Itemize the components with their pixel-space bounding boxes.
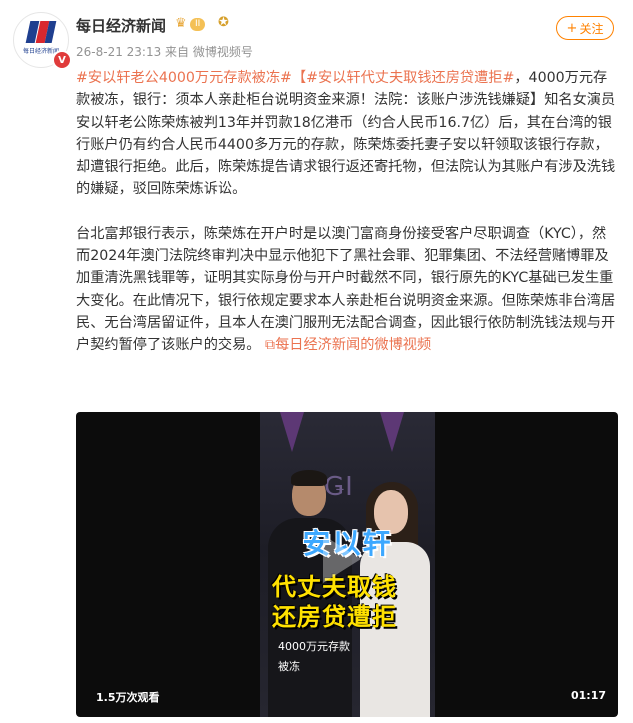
- crown-icon: ♛: [175, 16, 187, 31]
- verified-icon: V: [52, 50, 72, 70]
- post-text-1: ，4000万元存款被冻，银行：须本人亲赴柜台说明资金来源！法院：该账户涉洗钱嫌疑…: [76, 70, 616, 198]
- medal-icon[interactable]: ✪: [218, 15, 229, 30]
- video-subtitle-line1: 4000万元存款: [278, 640, 350, 653]
- video-source-link[interactable]: ⧉每日经济新闻的微博视频: [265, 337, 431, 353]
- account-name[interactable]: 每日经济新闻: [76, 15, 166, 36]
- video-source-label: 每日经济新闻的微博视频: [275, 337, 432, 354]
- post-paragraph-1: #安以轩老公4000万元存款被冻#【#安以轩代丈夫取钱还房贷遭拒#，4000万元…: [76, 67, 620, 201]
- backdrop-shape: [280, 412, 304, 452]
- play-icon[interactable]: [323, 535, 361, 583]
- post-text-2: 台北富邦银行表示，陈荣炼在开户时是以澳门富商身份接受客户尽职调查（KYC），然而…: [76, 225, 616, 354]
- post-meta: 26-8-21 23:13 来自 微博视频号: [76, 45, 253, 59]
- plus-icon: +: [566, 20, 578, 36]
- video-player[interactable]: ǤI 安以轩 代丈夫取钱 还房贷遭拒 4000万元存款 被冻 1.5万次观看 0…: [76, 412, 618, 717]
- video-duration: 01:17: [570, 689, 606, 702]
- post-body: #安以轩老公4000万元存款被冻#【#安以轩代丈夫取钱还房贷遭拒#，4000万元…: [76, 67, 620, 357]
- hashtag-link-1[interactable]: #安以轩老公4000万元存款被冻#: [76, 70, 292, 86]
- follow-button[interactable]: + 关注: [556, 16, 614, 40]
- hashtag-link-2[interactable]: 【#安以轩代丈夫取钱还房贷遭拒#: [292, 70, 514, 86]
- link-video-icon: ⧉: [264, 337, 276, 354]
- video-subtitle-line2: 被冻: [278, 660, 300, 673]
- news-logo-icon: [25, 21, 57, 43]
- post-paragraph-2: 台北富邦银行表示，陈荣炼在开户时是以澳门富商身份接受客户尽职调查（KYC），然而…: [76, 223, 620, 357]
- follow-label: 关注: [579, 21, 604, 36]
- backdrop-shape: [380, 412, 404, 452]
- video-views: 1.5万次观看: [96, 691, 160, 704]
- level-label: II: [190, 17, 206, 31]
- video-title-line3: 还房贷遭拒: [272, 603, 397, 631]
- level-badge[interactable]: ♛ II: [175, 16, 206, 32]
